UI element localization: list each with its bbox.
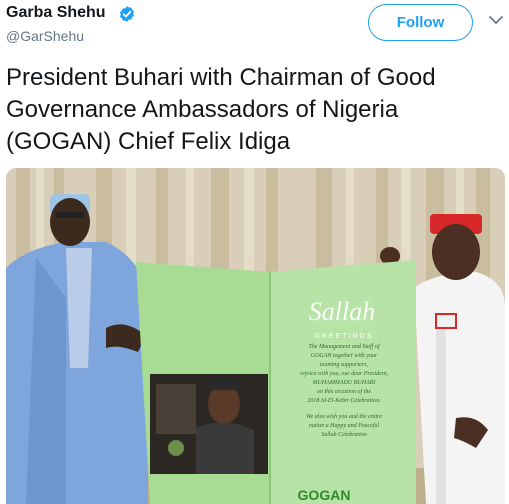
card-message-line: We also wish you and the entire <box>306 414 382 420</box>
card-message-line: GOGAN together with your <box>311 353 378 359</box>
card-message-line: teaming supporters, <box>320 362 369 368</box>
display-name[interactable]: Garba Shehu <box>6 4 106 22</box>
card-title: Sallah <box>309 297 375 326</box>
card-message-line: 2018 Id-El-Kebir Celebration. <box>307 398 380 404</box>
verified-badge-icon <box>119 6 135 22</box>
card-logo: GOGAN <box>298 487 351 503</box>
card-message-line: nation a Happy and Peaceful <box>309 422 380 429</box>
card-message-line: rejoice with you, our dear President, <box>300 371 389 377</box>
user-handle[interactable]: @GarShehu <box>6 28 84 44</box>
card-message-line: Sallah Celebration <box>321 432 367 438</box>
card-subtitle: GREETINGS <box>314 333 373 340</box>
card-photo-inset <box>150 374 268 474</box>
follow-button[interactable]: Follow <box>368 4 473 41</box>
card-message-line: on this occasion of the <box>317 388 371 395</box>
tweet-photo[interactable]: Sallah GREETINGS The Management and Staf… <box>6 168 505 504</box>
card-message-line: The Management and Staff of <box>309 343 381 350</box>
tweet-header: Garba Shehu @GarShehu Follow <box>0 0 509 60</box>
photo-scene: Sallah GREETINGS The Management and Staf… <box>6 168 505 504</box>
tweet-text: President Buhari with Chairman of Good G… <box>6 64 436 155</box>
card-message-line: MUHAMMADU BUHARI <box>312 380 377 386</box>
chevron-down-icon[interactable] <box>488 12 504 28</box>
